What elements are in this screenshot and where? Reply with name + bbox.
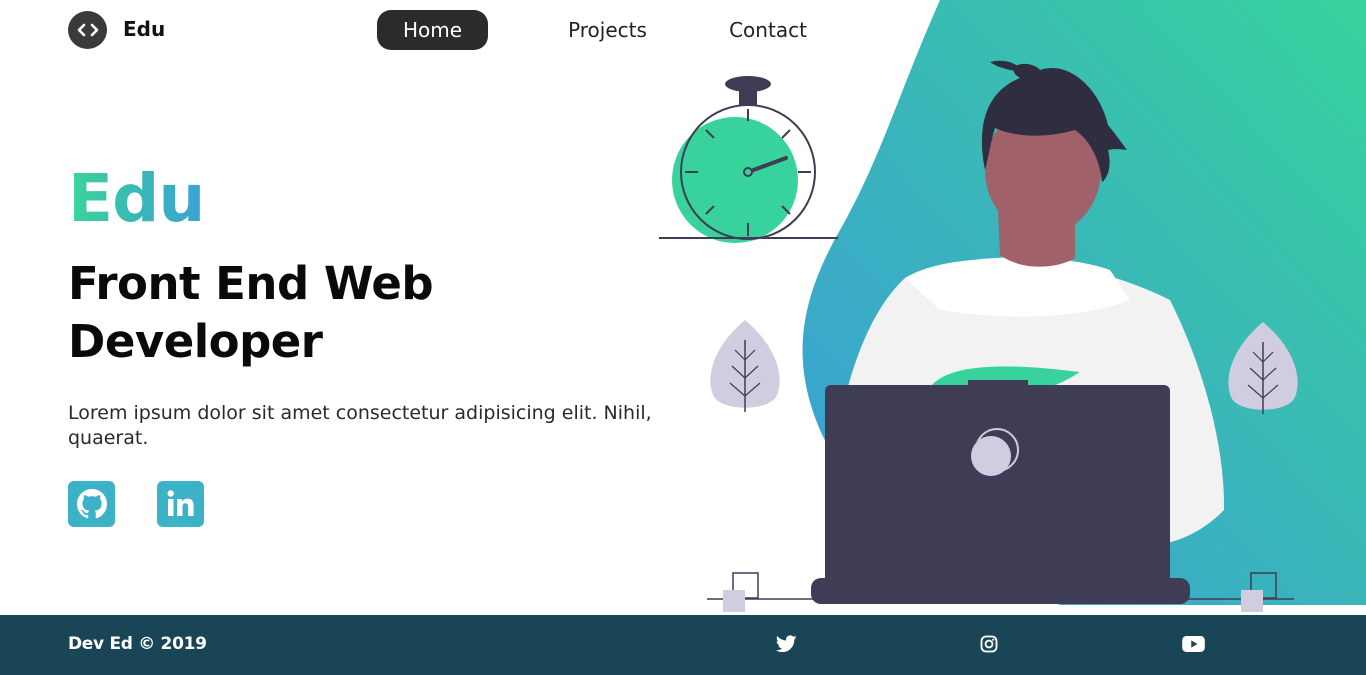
developer-illustration <box>640 40 1366 615</box>
instagram-icon[interactable] <box>977 632 1001 656</box>
plant-right-icon <box>1228 322 1298 414</box>
laptop-icon <box>811 380 1190 604</box>
footer: Dev Ed © 2019 <box>0 615 1366 675</box>
hero-title: Front End Web Developer <box>68 257 434 368</box>
nav-home[interactable]: Home <box>377 10 488 50</box>
logo-badge[interactable] <box>68 11 107 49</box>
footer-copyright: Dev Ed © 2019 <box>68 634 207 654</box>
logo-text[interactable]: Edu <box>123 17 165 41</box>
youtube-icon[interactable] <box>1181 632 1205 656</box>
github-icon <box>76 489 107 519</box>
github-button[interactable] <box>68 481 115 527</box>
twitter-icon[interactable] <box>774 632 798 656</box>
linkedin-button[interactable] <box>157 481 204 527</box>
plant-left-icon <box>710 320 780 412</box>
hero-description: Lorem ipsum dolor sit amet consectetur a… <box>68 402 652 449</box>
code-brackets-icon <box>77 23 98 37</box>
hero-brand: Edu <box>68 160 205 237</box>
linkedin-icon <box>167 490 194 516</box>
stopwatch-icon <box>659 76 838 243</box>
